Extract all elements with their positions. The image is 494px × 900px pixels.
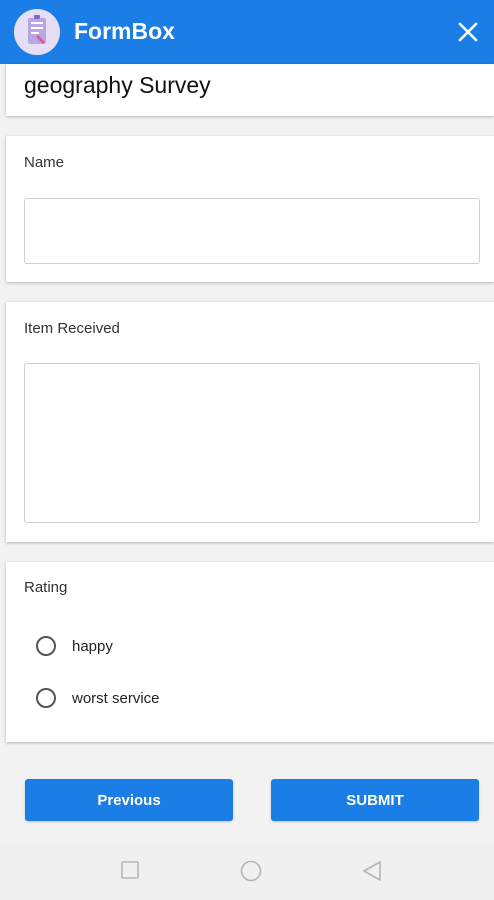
- back-button[interactable]: [362, 860, 382, 887]
- back-triangle-icon: [363, 861, 381, 881]
- previous-button[interactable]: Previous: [25, 779, 233, 821]
- radio-unchecked-icon[interactable]: [36, 688, 56, 708]
- survey-title: geography Survey: [24, 72, 211, 98]
- item-received-textarea[interactable]: [24, 363, 480, 523]
- home-circle-icon: [240, 860, 262, 882]
- survey-title-card: geography Survey: [6, 64, 494, 116]
- app-bar: FormBox: [0, 0, 494, 64]
- name-label: Name: [24, 154, 65, 171]
- rating-option-worst-service[interactable]: worst service: [36, 688, 160, 708]
- radio-label: happy: [72, 637, 113, 655]
- close-button[interactable]: [454, 18, 482, 46]
- rating-option-happy[interactable]: happy: [36, 636, 113, 656]
- radio-label: worst service: [72, 689, 160, 707]
- rating-label: Rating: [24, 579, 68, 596]
- radio-unchecked-icon[interactable]: [36, 636, 56, 656]
- app-logo-icon: [14, 9, 60, 55]
- system-nav-bar: [0, 843, 494, 900]
- item-received-label: Item Received: [24, 320, 120, 337]
- item-received-card: Item Received: [6, 302, 494, 542]
- name-input[interactable]: [24, 198, 480, 264]
- recents-button[interactable]: [121, 861, 139, 884]
- name-field-card: Name: [6, 136, 494, 282]
- recents-square-icon: [121, 861, 139, 879]
- rating-card: Rating happy worst service: [6, 562, 494, 742]
- close-icon: [458, 22, 478, 42]
- submit-button[interactable]: SUBMIT: [271, 779, 479, 821]
- app-title: FormBox: [74, 18, 175, 44]
- home-button[interactable]: [240, 860, 262, 887]
